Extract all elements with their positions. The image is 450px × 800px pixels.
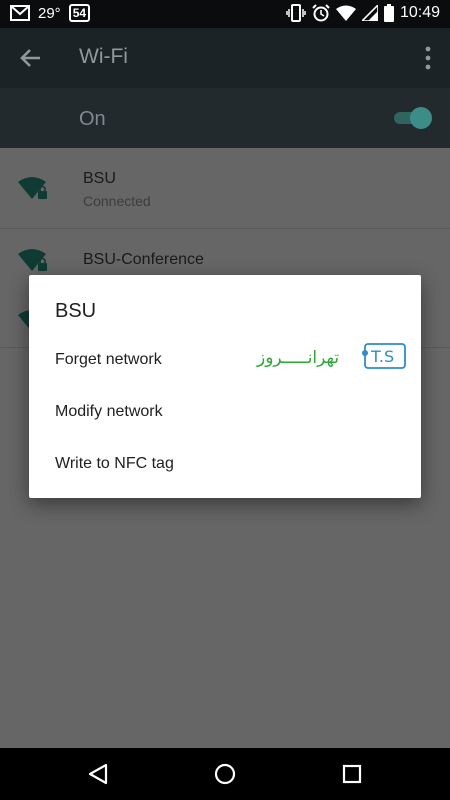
network-name: BSU [83, 170, 116, 187]
status-bar-right: 10:49 [286, 4, 440, 22]
modify-network-option[interactable]: Modify network [55, 403, 163, 421]
status-bar: 29° 54 10:49 [0, 0, 450, 28]
wifi-master-switch-bar[interactable]: On [0, 88, 450, 148]
network-options-dialog: BSU Forget network Modify network Write … [29, 275, 421, 498]
wifi-locked-icon [18, 249, 47, 271]
wifi-signal-icon [335, 5, 356, 21]
back-arrow-icon[interactable] [18, 45, 44, 71]
toggle-thumb [410, 107, 432, 129]
overflow-menu-icon[interactable] [424, 46, 432, 70]
status-bar-left: 29° 54 [10, 4, 91, 22]
master-switch-label: On [79, 108, 106, 130]
gmail-icon [10, 5, 30, 21]
temperature-text: 29° [38, 4, 61, 22]
watermark-logo: تهرانـــــروز T.S [256, 343, 406, 369]
forget-network-option[interactable]: Forget network [55, 351, 162, 369]
watermark-script: تهرانـــــروز [256, 348, 339, 368]
network-name: BSU-Conference [83, 251, 204, 268]
wifi-toggle[interactable] [390, 107, 432, 129]
list-item[interactable]: BSU Connected [0, 148, 450, 228]
vibrate-icon [286, 4, 306, 22]
cellular-signal-icon [361, 5, 378, 21]
dialog-title: BSU [55, 300, 97, 322]
recents-square-icon[interactable] [340, 762, 364, 786]
wifi-locked-icon [18, 177, 47, 199]
watermark-letters: T.S [370, 347, 394, 366]
notification-badge: 54 [68, 4, 91, 22]
page-title: Wi-Fi [79, 45, 128, 68]
app-toolbar: Wi-Fi [0, 28, 450, 88]
network-status: Connected [83, 193, 151, 209]
back-triangle-icon[interactable] [86, 762, 110, 786]
system-nav-bar [0, 748, 450, 800]
alarm-icon [312, 4, 330, 22]
battery-icon [383, 4, 394, 22]
clock-text: 10:49 [399, 4, 440, 21]
write-nfc-tag-option[interactable]: Write to NFC tag [55, 455, 174, 473]
home-circle-icon[interactable] [213, 762, 237, 786]
